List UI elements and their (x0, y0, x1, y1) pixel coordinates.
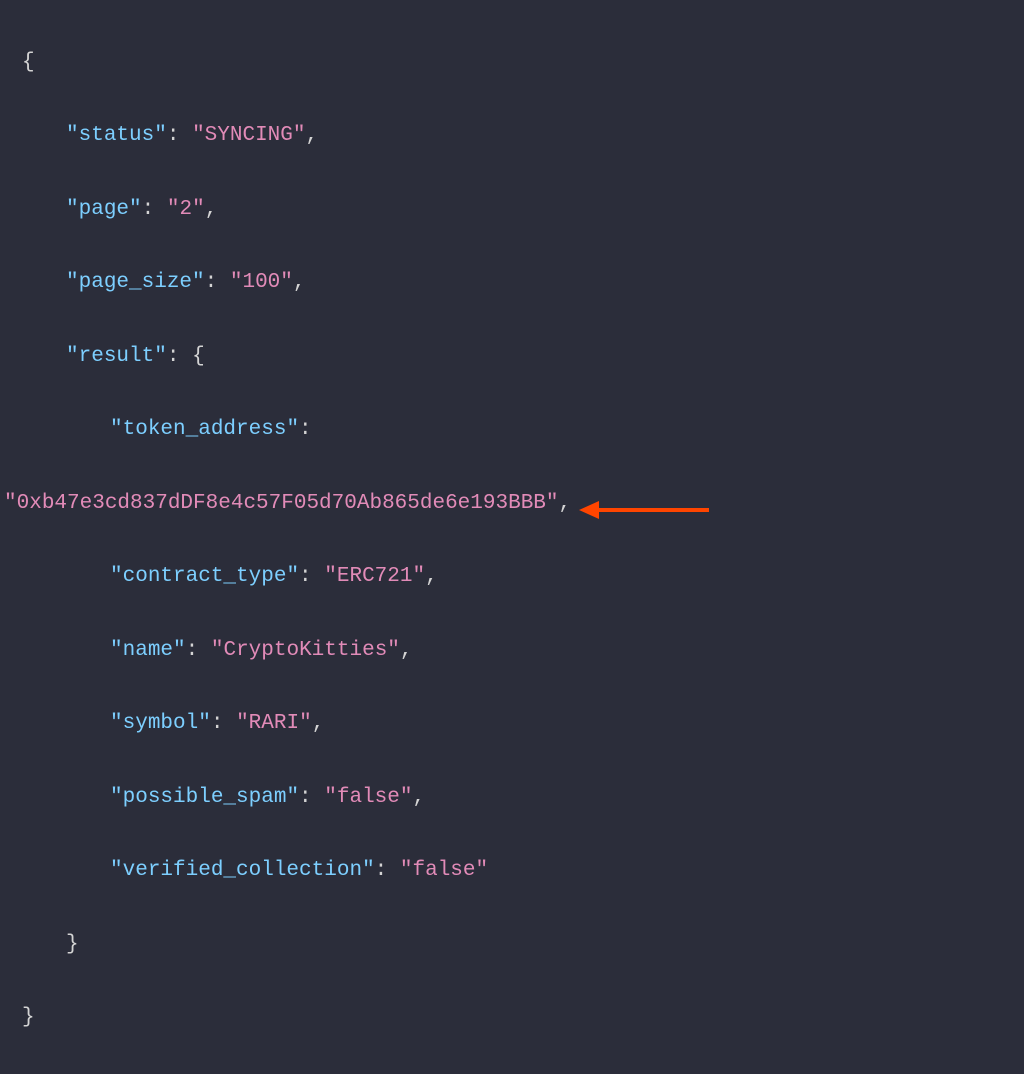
brace-close: } (4, 1000, 1020, 1037)
json-property-contract-type: "contract_type": "ERC721", (4, 559, 1020, 596)
annotation-arrow (579, 501, 709, 519)
result-brace-close: } (4, 927, 1020, 964)
json-property-verified-collection: "verified_collection": "false" (4, 853, 1020, 890)
json-property-token-address-key: "token_address": (4, 412, 1020, 449)
brace-open: { (4, 45, 1020, 82)
json-property-symbol: "symbol": "RARI", (4, 706, 1020, 743)
json-property-possible-spam: "possible_spam": "false", (4, 780, 1020, 817)
json-code-block: { "status": "SYNCING", "page": "2", "pag… (4, 8, 1020, 1074)
json-property-result: "result": { (4, 339, 1020, 376)
json-property-page-size: "page_size": "100", (4, 265, 1020, 302)
arrow-left-icon (579, 501, 599, 519)
json-property-status: "status": "SYNCING", (4, 118, 1020, 155)
arrow-line (599, 508, 709, 512)
json-property-name: "name": "CryptoKitties", (4, 633, 1020, 670)
json-property-token-address-value: "0xb47e3cd837dDF8e4c57F05d70Ab865de6e193… (4, 486, 1020, 523)
json-property-page: "page": "2", (4, 192, 1020, 229)
